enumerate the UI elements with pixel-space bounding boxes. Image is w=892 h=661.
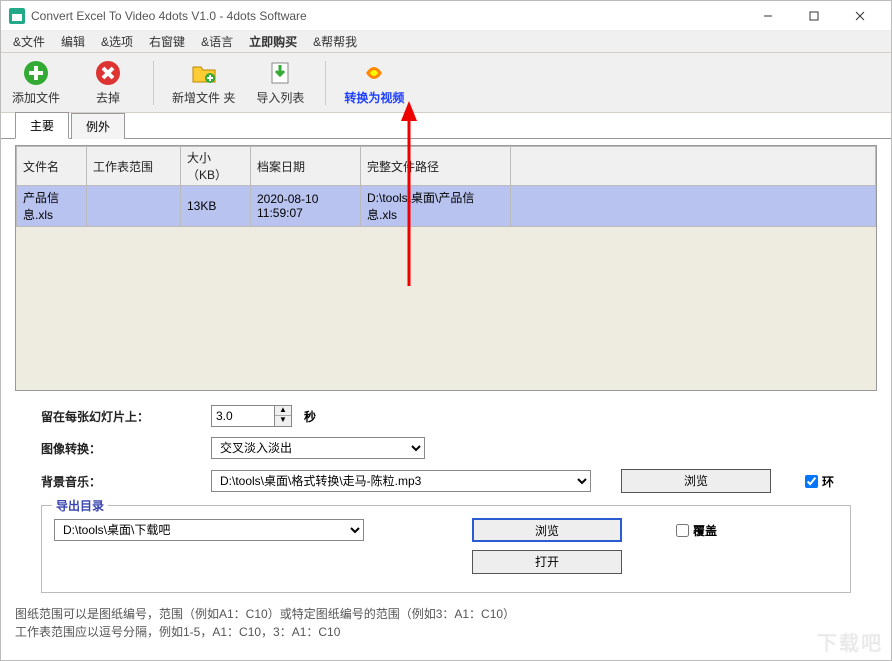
hint-line-2: 工作表范围应以逗号分隔，例如1-5，A1：C10，3：A1：C10 <box>15 623 877 641</box>
menu-rightkey[interactable]: 右窗键 <box>141 31 193 52</box>
col-fullpath[interactable]: 完整文件路径 <box>361 147 511 186</box>
toolbar-separator <box>153 61 154 105</box>
toolbar: 添加文件 去掉 新增文件 夹 导入列表 转换为视频 <box>1 53 891 113</box>
cell-fullpath: D:\tools\桌面\产品信息.xls <box>361 186 511 227</box>
menu-edit[interactable]: 编辑 <box>53 31 93 52</box>
overwrite-checkbox-input[interactable] <box>676 524 689 537</box>
export-open-button[interactable]: 打开 <box>472 550 622 574</box>
toolbar-separator-2 <box>325 61 326 105</box>
stay-label: 留在每张幻灯片上： <box>41 408 211 425</box>
export-path-select[interactable]: D:\tools\桌面\下载吧 <box>54 519 364 541</box>
titlebar: Convert Excel To Video 4dots V1.0 - 4dot… <box>1 1 891 31</box>
menubar: &文件 编辑 &选项 右窗键 &语言 立即购买 &帮帮我 <box>1 31 891 53</box>
watermark: 下载吧 <box>817 627 883 656</box>
bgm-browse-button[interactable]: 浏览 <box>621 469 771 493</box>
bgm-label: 背景音乐： <box>41 473 211 490</box>
remove-label: 去掉 <box>96 89 120 106</box>
stay-spinner[interactable]: ▲▼ <box>275 405 292 427</box>
close-button[interactable] <box>837 2 883 30</box>
options-panel: 留在每张幻灯片上： ▲▼ 秒 图像转换： 交叉淡入淡出 背景音乐： D:\too… <box>1 399 891 505</box>
add-file-label: 添加文件 <box>12 89 60 106</box>
remove-button[interactable]: 去掉 <box>81 59 135 106</box>
menu-buynow[interactable]: 立即购买 <box>241 31 305 52</box>
col-date[interactable]: 档案日期 <box>251 147 361 186</box>
maximize-button[interactable] <box>791 2 837 30</box>
minimize-button[interactable] <box>745 2 791 30</box>
export-group: 导出目录 D:\tools\桌面\下载吧 浏览 覆盖 打开 <box>41 505 851 593</box>
plus-icon <box>22 59 50 87</box>
hint-text: 图纸范围可以是图纸编号，范围（例如A1：C10）或特定图纸编号的范围（例如3：A… <box>1 601 891 645</box>
add-folder-label: 新增文件 夹 <box>172 89 235 106</box>
stay-input[interactable] <box>211 405 275 427</box>
cell-date: 2020-08-10 11:59:07 <box>251 186 361 227</box>
cell-spacer <box>511 186 876 227</box>
import-list-label: 导入列表 <box>256 89 304 106</box>
hint-line-1: 图纸范围可以是图纸编号，范围（例如A1：C10）或特定图纸编号的范围（例如3：A… <box>15 605 877 623</box>
tab-main[interactable]: 主要 <box>15 112 69 139</box>
stay-unit: 秒 <box>304 408 316 425</box>
menu-help[interactable]: &帮帮我 <box>305 31 365 52</box>
export-browse-button[interactable]: 浏览 <box>472 518 622 542</box>
convert-button[interactable]: 转换为视频 <box>344 59 404 106</box>
convert-label: 转换为视频 <box>344 89 404 106</box>
table-row[interactable]: 产品信息.xls 13KB 2020-08-10 11:59:07 D:\too… <box>17 186 876 227</box>
export-legend: 导出目录 <box>52 497 108 514</box>
folder-plus-icon <box>190 59 218 87</box>
import-icon <box>266 59 294 87</box>
col-filename[interactable]: 文件名 <box>17 147 87 186</box>
app-icon <box>9 8 25 24</box>
convert-icon <box>360 59 388 87</box>
menu-file[interactable]: &文件 <box>5 31 53 52</box>
loop-checkbox-input[interactable] <box>805 475 818 488</box>
window-title: Convert Excel To Video 4dots V1.0 - 4dot… <box>31 9 745 23</box>
menu-options[interactable]: &选项 <box>93 31 141 52</box>
cell-size: 13KB <box>181 186 251 227</box>
bgm-select[interactable]: D:\tools\桌面\格式转换\走马-陈粒.mp3 <box>211 470 591 492</box>
tabs: 主要 例外 <box>1 113 891 139</box>
transition-label: 图像转换： <box>41 440 211 457</box>
cell-filename: 产品信息.xls <box>17 186 87 227</box>
overwrite-checkbox[interactable]: 覆盖 <box>676 522 717 539</box>
col-size[interactable]: 大小（KB） <box>181 147 251 186</box>
cell-sheetrange <box>87 186 181 227</box>
col-sheetrange[interactable]: 工作表范围 <box>87 147 181 186</box>
add-folder-button[interactable]: 新增文件 夹 <box>172 59 235 106</box>
col-spacer <box>511 147 876 186</box>
menu-language[interactable]: &语言 <box>193 31 241 52</box>
import-list-button[interactable]: 导入列表 <box>253 59 307 106</box>
tab-exclude[interactable]: 例外 <box>71 113 125 139</box>
loop-checkbox[interactable]: 环 <box>805 473 834 490</box>
x-icon <box>94 59 122 87</box>
transition-select[interactable]: 交叉淡入淡出 <box>211 437 425 459</box>
add-file-button[interactable]: 添加文件 <box>9 59 63 106</box>
file-grid[interactable]: 文件名 工作表范围 大小（KB） 档案日期 完整文件路径 产品信息.xls 13… <box>15 145 877 391</box>
